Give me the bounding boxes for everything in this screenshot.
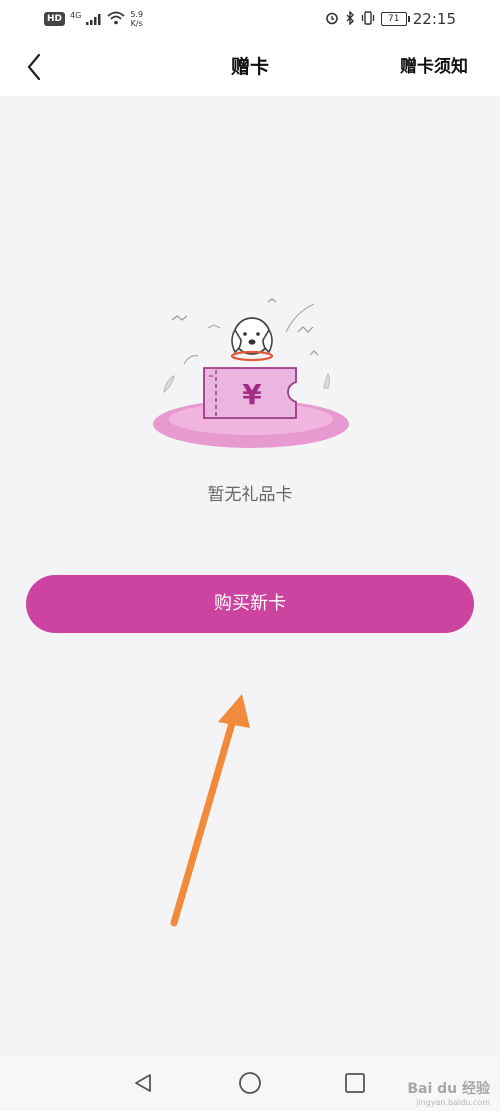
- battery-icon: 71: [380, 12, 410, 26]
- status-right: 71 22:15: [325, 8, 456, 30]
- wifi-icon: [107, 10, 125, 29]
- net-speed: 5.9 K/s: [130, 10, 143, 28]
- empty-gift-card-illustration: ¥: [153, 298, 349, 448]
- watermark-url: jingyan.baidu.com: [416, 1098, 490, 1107]
- square-recents-icon: [345, 1073, 365, 1093]
- buy-new-card-button[interactable]: 购买新卡: [26, 575, 474, 633]
- yuan-symbol: ¥: [242, 378, 262, 411]
- clock: 22:15: [412, 10, 456, 28]
- watermark: Bai du 经验 jingyan.baidu.com: [407, 1078, 490, 1107]
- signal-icon: [86, 10, 102, 29]
- annotation-arrow-icon: [170, 694, 250, 927]
- status-left: HD 4G 5.9 K/s: [44, 8, 143, 30]
- nav-bar: 赠卡 赠卡须知: [0, 38, 500, 96]
- network-type: 4G: [70, 10, 82, 20]
- hd-badge: HD: [44, 12, 66, 26]
- vibrate-icon: [361, 10, 375, 29]
- system-back-button[interactable]: [129, 1069, 157, 1097]
- gift-card-notice-link[interactable]: 赠卡须知: [400, 38, 468, 96]
- system-nav-bar: Bai du 经验 jingyan.baidu.com: [0, 1055, 500, 1111]
- net-speed-unit: K/s: [130, 19, 143, 28]
- system-home-button[interactable]: [236, 1069, 264, 1097]
- status-bar: HD 4G 5.9 K/s 71 22:15: [0, 0, 500, 38]
- circle-home-icon: [239, 1072, 261, 1094]
- triangle-back-icon: [135, 1074, 151, 1092]
- net-speed-value: 5.9: [130, 10, 144, 19]
- watermark-brand: Bai du 经验: [407, 1081, 490, 1097]
- system-recents-button[interactable]: [341, 1069, 369, 1097]
- back-button[interactable]: [16, 46, 52, 88]
- bluetooth-icon: [345, 9, 355, 29]
- empty-state-message: 暂无礼品卡: [207, 485, 293, 505]
- chevron-left-icon: [27, 53, 41, 81]
- alarm-icon: [325, 10, 339, 29]
